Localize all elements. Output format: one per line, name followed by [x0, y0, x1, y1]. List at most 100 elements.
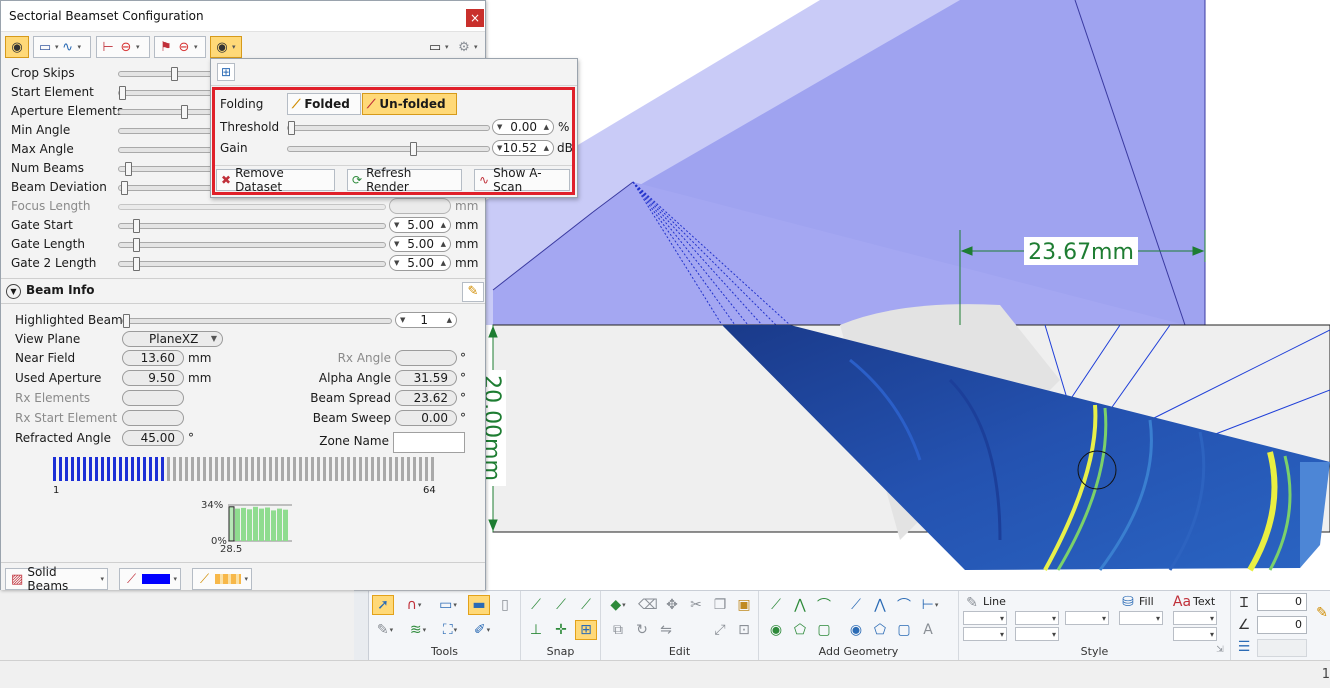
- collapse-chevron-icon[interactable]: ▼: [6, 284, 21, 299]
- paste-icon[interactable]: ▣: [733, 595, 755, 615]
- slider-thumb[interactable]: [171, 67, 178, 81]
- folded-button[interactable]: ⟋ Folded: [287, 93, 361, 115]
- gate-start-slider[interactable]: [118, 219, 386, 233]
- snap-tangent-icon[interactable]: ⟋: [575, 595, 597, 615]
- snap-grid-icon[interactable]: ⊞: [575, 620, 597, 640]
- draw-polyline-icon[interactable]: ⋀: [789, 595, 811, 615]
- threshold-slider[interactable]: [287, 121, 490, 135]
- eraser-icon[interactable]: ⌫: [637, 595, 659, 615]
- max-angle-slider[interactable]: [118, 147, 218, 153]
- layers-icon[interactable]: ≋ ▾: [407, 620, 429, 640]
- gate-start-value[interactable]: 5.00: [407, 218, 434, 232]
- gate-length-spinner[interactable]: ▼ 5.00 ▲: [389, 236, 451, 252]
- highlighted-beam-slider[interactable]: [122, 314, 392, 328]
- scissors-icon[interactable]: ✂: [685, 595, 707, 615]
- measure-field-3[interactable]: [1257, 639, 1307, 657]
- copy-icon[interactable]: ❐: [709, 595, 731, 615]
- magnet-icon[interactable]: ∩ ▾: [403, 595, 425, 615]
- measure-field-2[interactable]: 0: [1257, 616, 1307, 634]
- text-size-select[interactable]: ▾: [1173, 627, 1217, 641]
- draw-polygon-2-icon[interactable]: ⬠: [869, 620, 891, 640]
- draw-circle-icon[interactable]: ◉: [765, 620, 787, 640]
- panel-titlebar[interactable]: Sectorial Beamset Configuration ×: [1, 1, 485, 32]
- gate-length-value[interactable]: 5.00: [407, 237, 434, 251]
- num-beams-slider[interactable]: [118, 162, 218, 176]
- pencil-edit-icon[interactable]: ✎: [1311, 603, 1330, 623]
- beam-info-header[interactable]: ▼ Beam Info ✎: [1, 278, 485, 304]
- threshold-spinner[interactable]: ▼ 0.00 ▲: [492, 119, 554, 135]
- view-plane-select[interactable]: PlaneXZ ▼: [122, 331, 223, 347]
- gate-2-length-slider[interactable]: [118, 257, 386, 271]
- gain-slider[interactable]: [287, 142, 490, 156]
- zone-name-input[interactable]: [393, 432, 465, 453]
- draw-dimension-icon[interactable]: ⊢ ▾: [919, 595, 941, 615]
- beam-deviation-slider[interactable]: [118, 181, 218, 195]
- draw-arc-2-icon[interactable]: ⌒: [893, 595, 915, 615]
- crop-icon[interactable]: ⛶ ▾: [439, 620, 461, 640]
- panel-icon[interactable]: ▬: [468, 595, 490, 615]
- slider-thumb[interactable]: [119, 86, 126, 100]
- line-start-select[interactable]: ▾: [963, 627, 1007, 641]
- unfolded-button[interactable]: ⟋ Un-folded: [362, 93, 457, 115]
- fill-pattern-dropdown[interactable]: ⟋ ▾: [192, 568, 252, 590]
- select-arrow-icon[interactable]: ➚: [372, 595, 394, 615]
- monitor-button[interactable]: ▭ ▾: [424, 36, 454, 58]
- gain-value[interactable]: 10.52: [503, 141, 537, 155]
- popup-dataset-icon[interactable]: ⊞: [217, 63, 235, 81]
- highlighted-beam-value[interactable]: 1: [420, 313, 428, 327]
- slider-thumb[interactable]: [133, 219, 140, 233]
- slider-thumb[interactable]: [121, 181, 128, 195]
- align-icon[interactable]: ⊡: [733, 620, 755, 640]
- text-color-select[interactable]: ▾: [1173, 611, 1217, 625]
- wrench-icon[interactable]: ✎ ▾: [374, 620, 396, 640]
- marker-button[interactable]: ⚑ ⊖ ▾: [154, 36, 206, 58]
- draw-rectangle-icon[interactable]: ▢: [813, 620, 835, 640]
- list-icon[interactable]: ☰: [1233, 637, 1255, 657]
- draw-line-2-icon[interactable]: ⟋: [845, 595, 867, 615]
- refresh-render-button[interactable]: ⟳ Refresh Render: [347, 166, 462, 194]
- draw-circle-2-icon[interactable]: ◉: [845, 620, 867, 640]
- solid-beams-dropdown[interactable]: ▨ Solid Beams ▾: [5, 565, 108, 593]
- group-icon[interactable]: ⧉: [607, 620, 629, 640]
- draw-polygon-icon[interactable]: ⬠: [789, 620, 811, 640]
- style-dialog-launcher-icon[interactable]: ⇲: [1213, 643, 1227, 657]
- remove-dataset-button[interactable]: ✖ Remove Dataset: [216, 166, 335, 194]
- slider-thumb[interactable]: [410, 142, 417, 156]
- line-dash-select[interactable]: ▾: [1015, 611, 1059, 625]
- threshold-value[interactable]: 0.00: [510, 120, 537, 134]
- line-color-dropdown[interactable]: ⟋ ▾: [119, 568, 181, 590]
- aperture-elements-slider[interactable]: [118, 105, 218, 119]
- move-icon[interactable]: ✥: [661, 595, 683, 615]
- snap-line-icon[interactable]: ⟋: [525, 595, 547, 615]
- mirror-icon[interactable]: ⇋: [655, 620, 677, 640]
- gate-2-length-value[interactable]: 5.00: [407, 256, 434, 270]
- gate-button[interactable]: ⊢ ⊖ ▾: [96, 36, 150, 58]
- rotate-icon[interactable]: ↻: [631, 620, 653, 640]
- measure-field-1[interactable]: 0: [1257, 593, 1307, 611]
- line-weight-select[interactable]: ▾: [963, 611, 1007, 625]
- slider-thumb[interactable]: [133, 257, 140, 271]
- slider-thumb[interactable]: [125, 162, 132, 176]
- fill-shape-icon[interactable]: ◆ ▾: [607, 595, 629, 615]
- line-color-select[interactable]: ▾: [1065, 611, 1109, 625]
- fill-color-select[interactable]: ▾: [1119, 611, 1163, 625]
- visibility-button[interactable]: ◉ ▾: [210, 36, 242, 58]
- edit-form-icon[interactable]: ✐ ▾: [471, 620, 493, 640]
- scale-icon[interactable]: ⤢: [709, 620, 731, 640]
- gain-spinner[interactable]: ▼ 10.52 ▲: [492, 140, 554, 156]
- window-icon[interactable]: ▭ ▾: [437, 595, 459, 615]
- draw-polyline-2-icon[interactable]: ⋀: [869, 595, 891, 615]
- split-view-icon[interactable]: ▯: [494, 595, 516, 615]
- line-end-select[interactable]: ▾: [1015, 627, 1059, 641]
- draw-arc-icon[interactable]: ⌒: [813, 595, 835, 615]
- draw-line-icon[interactable]: ⟋: [765, 595, 787, 615]
- min-angle-slider[interactable]: [118, 128, 218, 134]
- waveform-button[interactable]: ▭ ▾ ∿ ▾: [33, 36, 91, 58]
- slider-thumb[interactable]: [123, 314, 130, 328]
- settings-button[interactable]: ⚙ ▾: [453, 36, 481, 58]
- pencil-icon[interactable]: ✎: [462, 282, 484, 302]
- slider-thumb[interactable]: [181, 105, 188, 119]
- probe-view-button[interactable]: ◉: [5, 36, 29, 58]
- gate-start-spinner[interactable]: ▼ 5.00 ▲: [389, 217, 451, 233]
- snap-point-icon[interactable]: ✛: [550, 620, 572, 640]
